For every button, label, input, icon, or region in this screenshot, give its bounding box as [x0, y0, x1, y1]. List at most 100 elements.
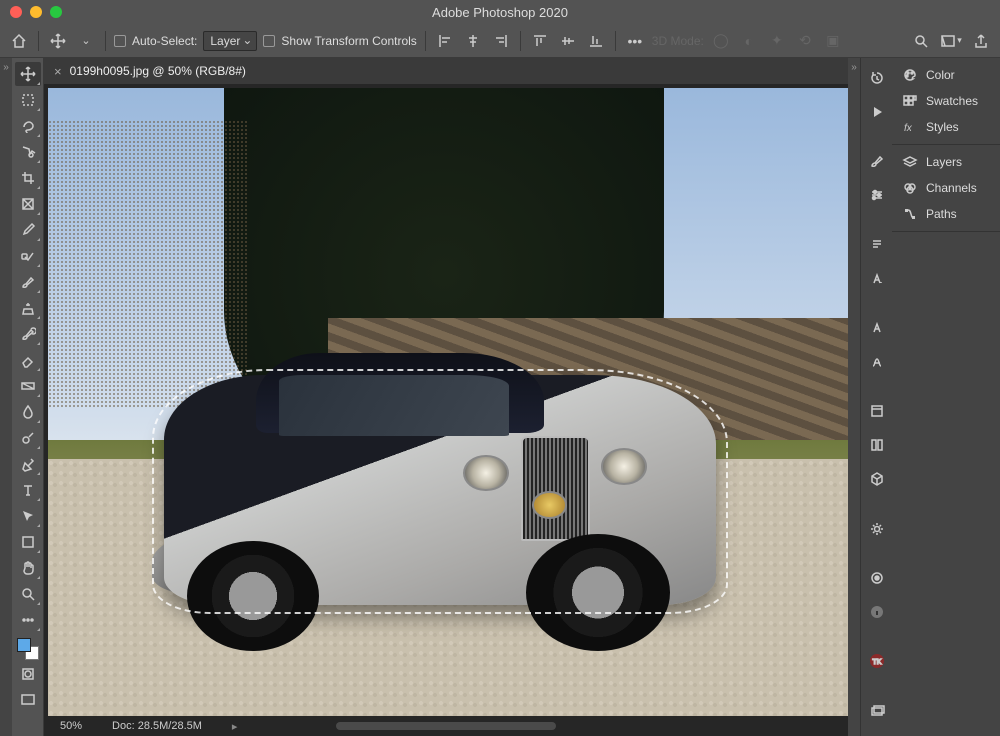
history-icon[interactable]: [865, 66, 889, 90]
3d-orbit-icon: ◯: [710, 30, 732, 52]
tk-plugin-icon[interactable]: TK: [865, 649, 889, 673]
app-title: Adobe Photoshop 2020: [432, 5, 568, 20]
separator: [38, 31, 39, 51]
canvas[interactable]: [44, 84, 848, 716]
styles-icon: fx: [902, 119, 918, 135]
properties-icon[interactable]: [865, 399, 889, 423]
zoom-level[interactable]: 50%: [60, 720, 82, 732]
info-icon[interactable]: [865, 600, 889, 624]
separator: [615, 31, 616, 51]
path-select-tool[interactable]: [15, 504, 41, 528]
history-brush-tool[interactable]: [15, 322, 41, 346]
hand-tool[interactable]: [15, 556, 41, 580]
document-area: × 0199h0095.jpg @ 50% (RGB/8#) 50% Doc: …: [44, 58, 848, 736]
minimize-window[interactable]: [30, 6, 42, 18]
search-icon[interactable]: [910, 30, 932, 52]
separator: [105, 31, 106, 51]
move-tool[interactable]: [15, 62, 41, 86]
adjustments-icon[interactable]: [865, 183, 889, 207]
panel-label: Channels: [926, 181, 977, 195]
layers-icon: [902, 154, 918, 170]
document-image: [48, 88, 848, 716]
blur-tool[interactable]: [15, 400, 41, 424]
main-area: » × 0199h0095.jpg @ 50% (RGB/8#): [0, 58, 1000, 736]
paths-icon: [902, 206, 918, 222]
eyedropper-tool[interactable]: [15, 218, 41, 242]
libraries-icon[interactable]: [865, 433, 889, 457]
maximize-window[interactable]: [50, 6, 62, 18]
panel-swatches[interactable]: Swatches: [892, 88, 1000, 114]
zoom-tool[interactable]: [15, 582, 41, 606]
more-options-icon[interactable]: •••: [624, 30, 646, 52]
panel-layers[interactable]: Layers: [892, 149, 1000, 175]
palette-icon: [902, 67, 918, 83]
window-controls: [10, 6, 62, 18]
type-tool[interactable]: [15, 478, 41, 502]
3d-slide-icon: ✦: [766, 30, 788, 52]
workspace-switcher[interactable]: ▾: [940, 30, 962, 52]
settings-icon[interactable]: [865, 517, 889, 541]
align-vcenter-icon[interactable]: [557, 30, 579, 52]
swatches-icon: [902, 93, 918, 109]
channels-icon: [902, 180, 918, 196]
brush-tool[interactable]: [15, 270, 41, 294]
character-panel-icon[interactable]: [865, 267, 889, 291]
doc-size[interactable]: Doc: 28.5M/28.5M: [112, 720, 202, 732]
tool-preset-picker[interactable]: ⌄: [75, 30, 97, 52]
quick-select-tool[interactable]: [15, 140, 41, 164]
home-button[interactable]: [8, 30, 30, 52]
align-right-icon[interactable]: [490, 30, 512, 52]
scrollbar[interactable]: [336, 722, 556, 730]
screen-mode-toggle[interactable]: [15, 688, 41, 712]
brush-settings-icon[interactable]: [865, 149, 889, 173]
titlebar: Adobe Photoshop 2020: [0, 0, 1000, 24]
close-tab-icon[interactable]: ×: [54, 64, 62, 79]
svg-text:TK: TK: [872, 659, 881, 666]
clone-tool[interactable]: [15, 296, 41, 320]
panel-paths[interactable]: Paths: [892, 201, 1000, 227]
brush-panel-icon[interactable]: [865, 566, 889, 590]
autoselect-layer-dropdown[interactable]: Layer: [203, 31, 257, 51]
crop-tool[interactable]: [15, 166, 41, 190]
close-window[interactable]: [10, 6, 22, 18]
autoselect-label: Auto-Select:: [132, 34, 197, 48]
panel-label: Swatches: [926, 94, 978, 108]
dodge-tool[interactable]: [15, 426, 41, 450]
marquee-tool[interactable]: [15, 88, 41, 112]
align-top-icon[interactable]: [529, 30, 551, 52]
pen-tool[interactable]: [15, 452, 41, 476]
eraser-tool[interactable]: [15, 348, 41, 372]
left-gutter: »: [0, 58, 12, 736]
edit-toolbar[interactable]: [15, 608, 41, 632]
layer-comp-icon[interactable]: [865, 699, 889, 723]
frame-tool[interactable]: [15, 192, 41, 216]
play-icon[interactable]: [865, 100, 889, 124]
glyphs-icon[interactable]: [865, 316, 889, 340]
paragraph-icon[interactable]: [865, 233, 889, 257]
panel-channels[interactable]: Channels: [892, 175, 1000, 201]
document-tab[interactable]: 0199h0095.jpg @ 50% (RGB/8#): [70, 64, 246, 78]
show-transform-checkbox[interactable]: [263, 35, 275, 47]
quick-mask-toggle[interactable]: [15, 662, 41, 686]
panel-styles[interactable]: fxStyles: [892, 114, 1000, 140]
move-tool-indicator[interactable]: [47, 30, 69, 52]
align-bottom-icon[interactable]: [585, 30, 607, 52]
threeD-icon[interactable]: [865, 467, 889, 491]
autoselect-checkbox[interactable]: [114, 35, 126, 47]
collapse-chevron-icon[interactable]: »: [851, 62, 857, 736]
healing-tool[interactable]: [15, 244, 41, 268]
panel-color[interactable]: Color: [892, 62, 1000, 88]
shape-tool[interactable]: [15, 530, 41, 554]
gradient-tool[interactable]: [15, 374, 41, 398]
share-icon[interactable]: [970, 30, 992, 52]
expand-chevron-icon[interactable]: »: [3, 62, 9, 73]
three-d-mode-label: 3D Mode:: [652, 34, 704, 48]
align-left-icon[interactable]: [434, 30, 456, 52]
align-hcenter-icon[interactable]: [462, 30, 484, 52]
collapsed-panels-strip: TK: [860, 58, 892, 736]
lasso-tool[interactable]: [15, 114, 41, 138]
foreground-background-colors[interactable]: [17, 638, 39, 660]
typography-icon[interactable]: [865, 350, 889, 374]
panel-label: Paths: [926, 207, 957, 221]
separator: [520, 31, 521, 51]
